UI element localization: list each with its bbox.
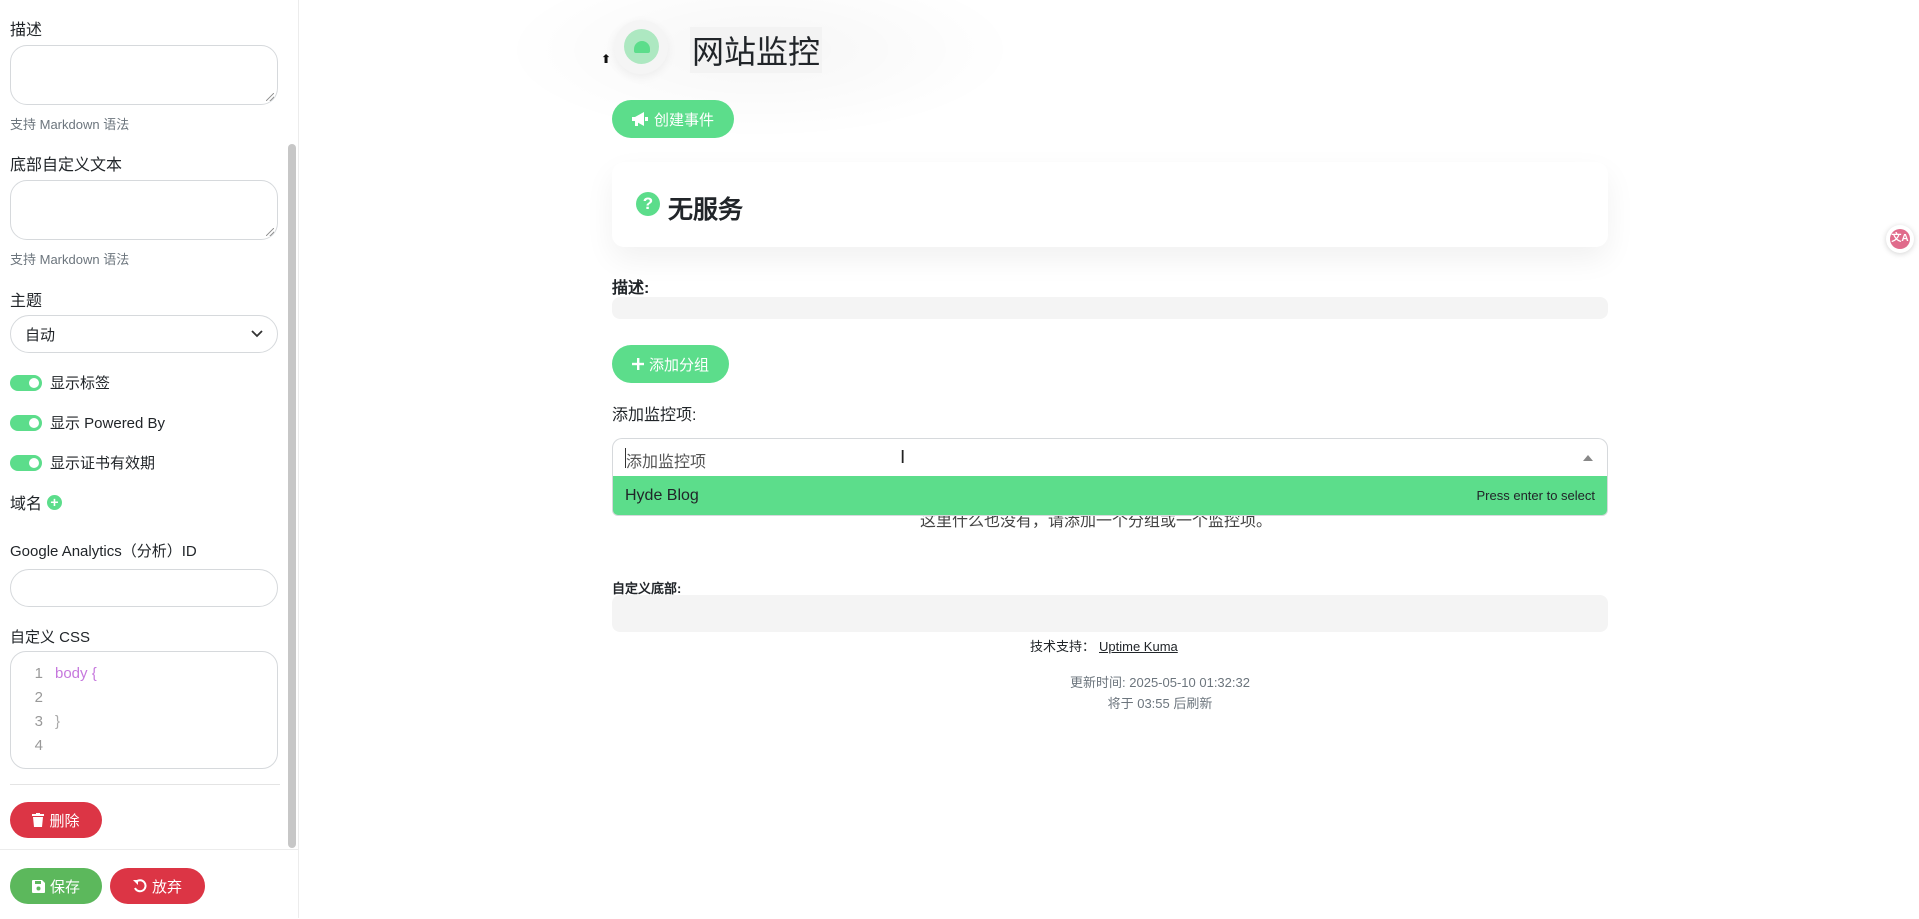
delete-button[interactable]: 删除 <box>10 802 102 838</box>
code-text: body { <box>55 665 97 682</box>
create-incident-label: 创建事件 <box>654 111 715 129</box>
description-textarea[interactable] <box>10 45 278 105</box>
toggle-show-powered-by[interactable]: 显示 Powered By <box>10 412 165 433</box>
monitor-search-input[interactable]: 添加监控项 <box>626 448 706 472</box>
delete-button-label: 删除 <box>49 812 80 830</box>
sidebar-scrollbar[interactable] <box>288 144 296 848</box>
description-label: 描述 <box>10 22 43 39</box>
add-group-label: 添加分组 <box>649 356 710 374</box>
toggle-show-cert-expiry-label: 显示证书有效期 <box>50 455 156 472</box>
upload-icon[interactable]: ⬆ <box>601 52 611 66</box>
overall-status-card: ? 无服务 <box>612 162 1608 247</box>
caret-up-icon[interactable] <box>1583 455 1593 461</box>
discard-button-label: 放弃 <box>151 878 182 896</box>
trash-icon <box>32 813 45 827</box>
toggle-show-tags[interactable]: 显示标签 <box>10 372 110 393</box>
line-number: 1 <box>34 665 43 682</box>
add-domain-icon[interactable]: + <box>47 494 63 510</box>
monitor-option-label: Hyde Blog <box>625 486 699 504</box>
last-update-time: 更新时间: 2025-05-10 01:32:32 <box>1070 675 1250 690</box>
ga-id-label: Google Analytics（分析）ID <box>10 543 197 560</box>
domain-row: 域名 + <box>10 490 63 514</box>
monitor-search-select[interactable]: 添加监控项 <box>612 438 1608 476</box>
translate-icon-glyph: 文A <box>1890 229 1910 249</box>
undo-icon <box>132 879 147 893</box>
footer-text-markdown-hint: 支持 Markdown 语法 <box>10 252 130 267</box>
plus-icon <box>632 358 644 370</box>
save-icon <box>31 879 45 893</box>
powered-by: 技术支持： Uptime Kuma <box>1030 636 1178 655</box>
description-editable[interactable] <box>612 297 1608 319</box>
footer-text-textarea[interactable] <box>10 180 278 240</box>
uptime-kuma-link[interactable]: Uptime Kuma <box>1099 639 1178 654</box>
page-title[interactable]: 网站监控 <box>690 27 823 73</box>
toggle-show-tags-label: 显示标签 <box>50 375 111 392</box>
code-line: 1 body { <box>11 665 277 689</box>
toggle-switch[interactable] <box>10 374 42 391</box>
line-number: 3 <box>34 713 43 730</box>
save-button-label: 保存 <box>49 878 80 896</box>
line-number: 4 <box>34 737 43 754</box>
toggle-show-cert-expiry[interactable]: 显示证书有效期 <box>10 452 155 473</box>
question-circle-icon: ? <box>636 192 660 216</box>
text-cursor-icon: I <box>900 447 906 468</box>
settings-sidebar: 描述 支持 Markdown 语法 底部自定义文本 支持 Markdown 语法… <box>0 0 299 919</box>
logo[interactable] <box>614 20 668 74</box>
discard-button[interactable]: 放弃 <box>110 868 205 904</box>
custom-css-editor[interactable]: 1 body { 2 3} 4 <box>10 651 278 769</box>
toggle-switch[interactable] <box>10 454 42 471</box>
chevron-down-icon <box>251 330 263 338</box>
description-heading: 描述: <box>612 280 650 297</box>
monitor-option-hint: Press enter to select <box>1476 488 1596 503</box>
code-line: 2 <box>11 689 277 713</box>
custom-footer-editable[interactable] <box>612 595 1608 632</box>
monitor-option[interactable]: Hyde Blog Press enter to select <box>612 476 1608 516</box>
domain-label: 域名 <box>10 496 43 513</box>
toggle-show-powered-by-label: 显示 Powered By <box>50 415 166 432</box>
sidebar-divider <box>10 784 280 785</box>
code-line: 4 <box>11 737 277 761</box>
sidebar-scroll-area: 描述 支持 Markdown 语法 底部自定义文本 支持 Markdown 语法… <box>0 0 285 849</box>
add-monitor-label: 添加监控项: <box>612 407 697 424</box>
sidebar-action-bar: 保存 放弃 <box>0 849 298 919</box>
megaphone-icon <box>632 112 648 126</box>
code-text: } <box>55 713 61 730</box>
add-group-button[interactable]: 添加分组 <box>612 345 730 383</box>
powered-by-prefix: 技术支持： <box>1030 639 1096 654</box>
footer-text-label: 底部自定义文本 <box>10 157 123 174</box>
save-button[interactable]: 保存 <box>10 868 102 904</box>
create-incident-button[interactable]: 创建事件 <box>612 100 735 138</box>
description-markdown-hint: 支持 Markdown 语法 <box>10 117 130 132</box>
custom-css-label: 自定义 CSS <box>10 629 91 646</box>
theme-select[interactable]: 自动 <box>10 315 278 353</box>
theme-select-value: 自动 <box>25 326 56 344</box>
translate-icon[interactable]: 文A <box>1886 225 1914 253</box>
line-number: 2 <box>34 689 43 706</box>
code-line: 3} <box>11 713 277 737</box>
toggle-switch[interactable] <box>10 414 42 431</box>
overall-status-title: 无服务 <box>668 196 744 224</box>
ga-id-input[interactable] <box>10 569 278 607</box>
theme-label: 主题 <box>10 293 43 310</box>
refresh-countdown: 将于 03:55 后刷新 <box>1107 696 1213 711</box>
status-page-preview: ⬆ 网站监控 创建事件 ? 无服务 描述: 添加分组 添加监控项: 这里什么也没… <box>300 0 1919 918</box>
logo-circle <box>624 29 659 64</box>
logo-dome <box>634 41 650 53</box>
